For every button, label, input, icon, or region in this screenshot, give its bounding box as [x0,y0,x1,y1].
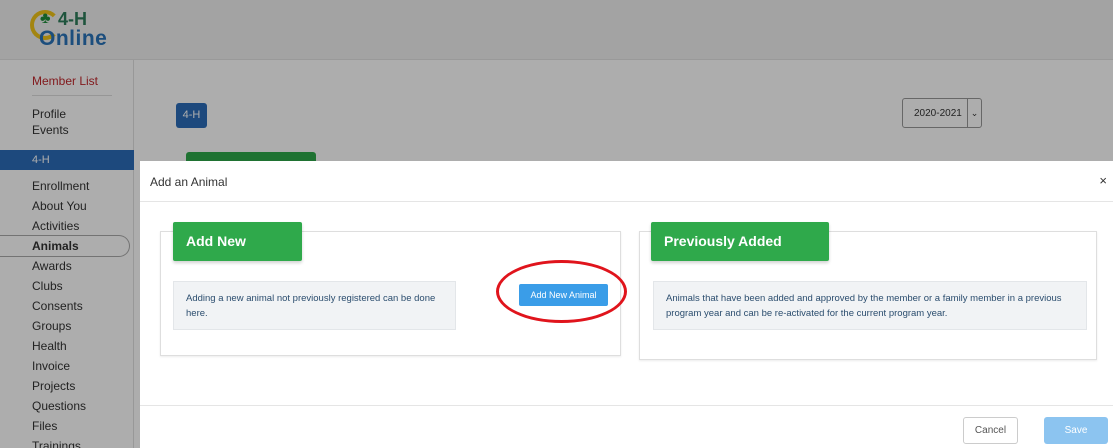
highlight-circle [496,260,627,323]
add-new-animal-panel: Add New Animal Adding a new animal not p… [160,222,627,356]
modal-title: Add an Animal [150,175,228,189]
modal-footer: Cancel Save [140,405,1113,448]
save-button[interactable]: Save [1044,417,1108,444]
previously-added-animals-panel: Previously Added Animals Animals that ha… [639,222,1097,360]
cancel-button[interactable]: Cancel [963,417,1018,444]
add-animal-modal: Add an Animal × Add New Animal Adding a … [140,161,1113,448]
previously-added-description: Animals that have been added and approve… [653,281,1087,330]
previously-added-heading[interactable]: Previously Added Animals [651,222,829,288]
modal-header: Add an Animal × [140,161,1113,202]
close-icon[interactable]: × [1099,173,1107,188]
add-new-animal-description: Adding a new animal not previously regis… [173,281,456,330]
add-new-animal-heading: Add New Animal [173,222,302,288]
